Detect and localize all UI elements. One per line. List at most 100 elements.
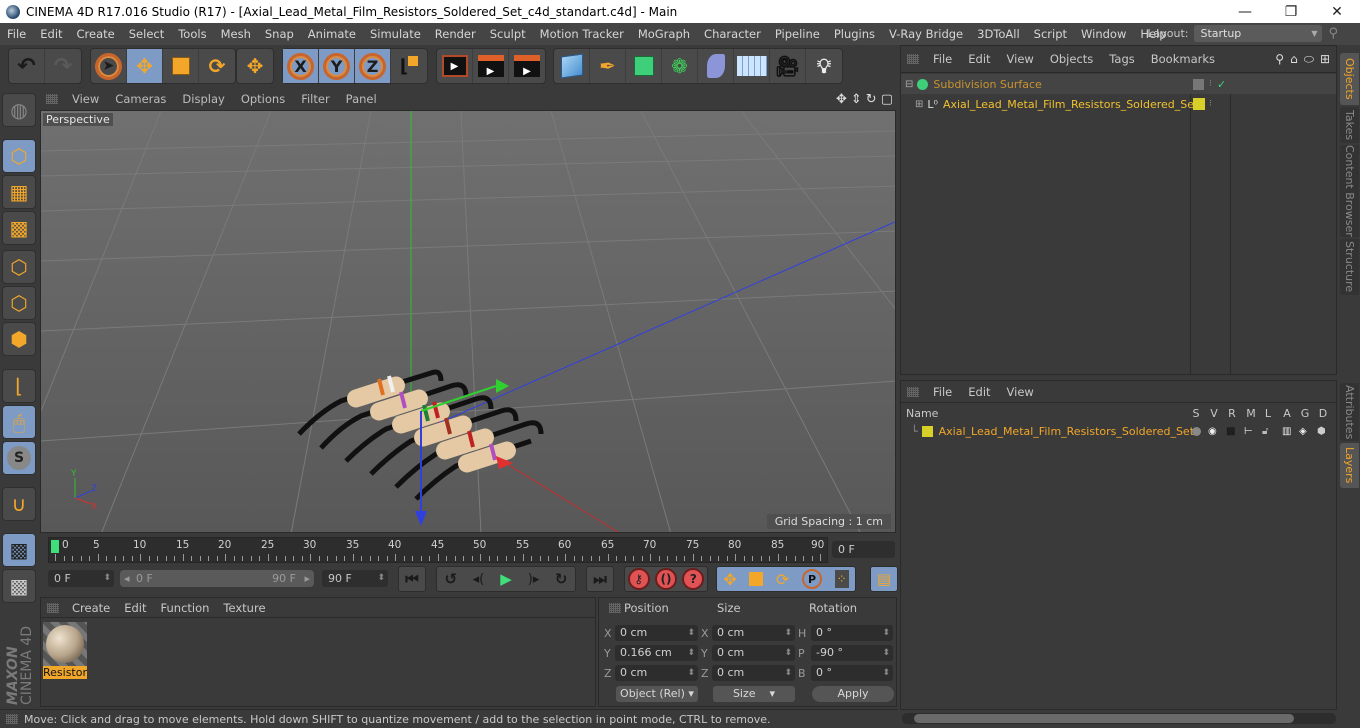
object-row[interactable]: ⊟ Subdivision Surface ⁝ ✓ — [901, 74, 1336, 94]
material-menu-texture[interactable]: Texture — [216, 601, 272, 615]
keyframe-selection-button[interactable]: ? — [682, 568, 705, 590]
point-level-key-icon[interactable]: ⁘ — [834, 570, 849, 588]
go-to-start-button[interactable]: ⏮ — [398, 566, 426, 592]
close-button[interactable]: ✕ — [1314, 0, 1360, 23]
column-render[interactable]: R — [1223, 407, 1241, 420]
object-menu-view[interactable]: View — [999, 52, 1042, 66]
autokeying-button[interactable]: () — [654, 568, 677, 590]
rotation-b-field[interactable]: 0 ° — [811, 665, 893, 681]
menu-script[interactable]: Script — [1027, 27, 1074, 41]
tab-attributes[interactable]: Attributes — [1340, 383, 1359, 441]
deformer-icon[interactable]: ⬢ — [1317, 426, 1326, 437]
frame-range-slider[interactable]: ◂ 0 F 90 F ▸ — [120, 570, 314, 587]
edges-mode-button[interactable]: ⬡ — [2, 286, 36, 320]
menu-edit[interactable]: Edit — [33, 27, 69, 41]
column-animation[interactable]: A — [1278, 407, 1296, 420]
viewport-menu-filter[interactable]: Filter — [293, 92, 337, 106]
view-eye-icon[interactable]: ◉ — [1208, 426, 1217, 437]
render-picture-viewer-button[interactable]: ▶ — [473, 49, 509, 83]
tweak-mode-button[interactable]: 🖱︎ — [2, 405, 36, 439]
column-deformers[interactable]: D — [1314, 407, 1332, 420]
coordinate-system-button[interactable]: ⌊ — [391, 49, 427, 83]
subdivision-surface-button[interactable] — [626, 49, 662, 83]
parameter-key-icon[interactable]: P — [802, 569, 822, 589]
tab-objects[interactable]: Objects — [1340, 53, 1359, 105]
menu-mesh[interactable]: Mesh — [214, 27, 258, 41]
layer-menu-view[interactable]: View — [999, 385, 1042, 399]
search-icon[interactable]: ⚲ — [1275, 52, 1284, 67]
viewport-menu-cameras[interactable]: Cameras — [107, 92, 174, 106]
cube-button[interactable] — [554, 49, 590, 83]
visibility-toggle[interactable] — [1193, 78, 1204, 90]
locked-workplane-button[interactable]: ▩ — [2, 533, 36, 567]
render-clapper-icon[interactable]: ▩ — [1226, 426, 1235, 437]
material-menu-function[interactable]: Function — [154, 601, 217, 615]
menu-snap[interactable]: Snap — [258, 27, 301, 41]
object-menu-tags[interactable]: Tags — [1101, 52, 1142, 66]
object-name[interactable]: Axial_Lead_Metal_Film_Resistors_Soldered… — [943, 98, 1198, 111]
animation-icon[interactable]: ▥ — [1282, 426, 1291, 437]
polygons-mode-button[interactable]: ⬢ — [2, 322, 36, 356]
collapse-icon[interactable]: ⊟ — [905, 79, 913, 90]
manager-hierarchy-icon[interactable]: ⊢ — [1244, 426, 1253, 437]
menu-plugins[interactable]: Plugins — [827, 27, 882, 41]
recent-tool-button[interactable]: ✥ — [237, 49, 273, 83]
expand-icon[interactable]: ⊞ — [915, 99, 923, 110]
previous-key-button[interactable]: ↺ — [437, 567, 465, 591]
rotation-h-field[interactable]: 0 ° — [811, 625, 893, 641]
y-axis-lock-button[interactable]: Y — [319, 49, 355, 83]
object-row[interactable]: ⊞ L⁰ Axial_Lead_Metal_Film_Resistors_Sol… — [901, 94, 1336, 114]
tab-layers[interactable]: Layers — [1340, 443, 1359, 488]
record-keys-button[interactable]: ⚷ — [627, 568, 650, 590]
3d-viewport[interactable]: Y Z X Perspective Grid Spacing : 1 cm — [40, 110, 896, 533]
layout-dropdown[interactable]: Startup — [1194, 25, 1323, 42]
panel-grip[interactable] — [609, 603, 621, 613]
maximize-button[interactable]: ❐ — [1268, 0, 1314, 23]
menu-tools[interactable]: Tools — [171, 27, 213, 41]
home-icon[interactable]: ⌂ — [1290, 52, 1298, 67]
move-tool-button[interactable]: ✥ — [127, 49, 163, 83]
menu-character[interactable]: Character — [697, 27, 768, 41]
previous-frame-button[interactable]: ◂( — [465, 567, 493, 591]
snapping-button[interactable]: S — [2, 441, 36, 475]
menu-sculpt[interactable]: Sculpt — [483, 27, 533, 41]
apply-button[interactable]: Apply — [812, 686, 894, 702]
model-mode-button[interactable]: ⬡ — [2, 139, 36, 173]
timeline-ruler[interactable]: 0 5 10 15 20 25 30 35 40 45 50 55 60 65 … — [48, 537, 828, 563]
tab-structure[interactable]: Structure — [1340, 239, 1359, 295]
tab-content-browser[interactable]: Content Browser — [1340, 145, 1359, 237]
live-selection-button[interactable]: ➤ — [91, 49, 127, 83]
size-y-field[interactable]: 0 cm — [712, 645, 795, 661]
layer-name[interactable]: Axial_Lead_Metal_Film_Resistors_Soldered… — [939, 425, 1194, 438]
scrollbar-thumb[interactable] — [914, 714, 1294, 723]
object-menu-file[interactable]: File — [925, 52, 960, 66]
camera-button[interactable]: 🎥︎ — [770, 49, 806, 83]
position-y-field[interactable]: 0.166 cm — [615, 645, 698, 661]
size-x-field[interactable]: 0 cm — [712, 625, 795, 641]
workplane-mode-button[interactable]: ▩ — [2, 211, 36, 245]
menu-create[interactable]: Create — [70, 27, 122, 41]
layer-menu-file[interactable]: File — [925, 385, 960, 399]
viewport-menu-display[interactable]: Display — [174, 92, 232, 106]
cloner-button[interactable]: ❁ — [662, 49, 698, 83]
texture-mode-button[interactable]: ▦ — [2, 175, 36, 209]
solo-toggle-icon[interactable] — [1192, 426, 1201, 436]
z-axis-lock-button[interactable]: Z — [355, 49, 391, 83]
new-view-icon[interactable]: ⊞ — [1320, 52, 1330, 67]
material-item[interactable]: Resistor — [43, 622, 87, 679]
panel-grip[interactable] — [46, 94, 58, 104]
camera-label[interactable]: Perspective — [43, 113, 113, 126]
floor-button[interactable] — [734, 49, 770, 83]
object-menu-edit[interactable]: Edit — [960, 52, 998, 66]
menu-render[interactable]: Render — [428, 27, 483, 41]
object-menu-bookmarks[interactable]: Bookmarks — [1143, 52, 1223, 66]
rotate-tool-button[interactable]: ⟳ — [199, 49, 235, 83]
menu-simulate[interactable]: Simulate — [363, 27, 428, 41]
range-right-arrow-icon[interactable]: ▸ — [304, 570, 310, 587]
panel-grip[interactable] — [47, 602, 59, 613]
render-view-button[interactable]: ▶ — [437, 49, 473, 83]
material-menu-edit[interactable]: Edit — [117, 601, 153, 615]
layer-color-swatch[interactable] — [921, 425, 933, 437]
layers-horizontal-scrollbar[interactable] — [902, 713, 1336, 724]
tab-takes[interactable]: Takes — [1340, 107, 1359, 143]
